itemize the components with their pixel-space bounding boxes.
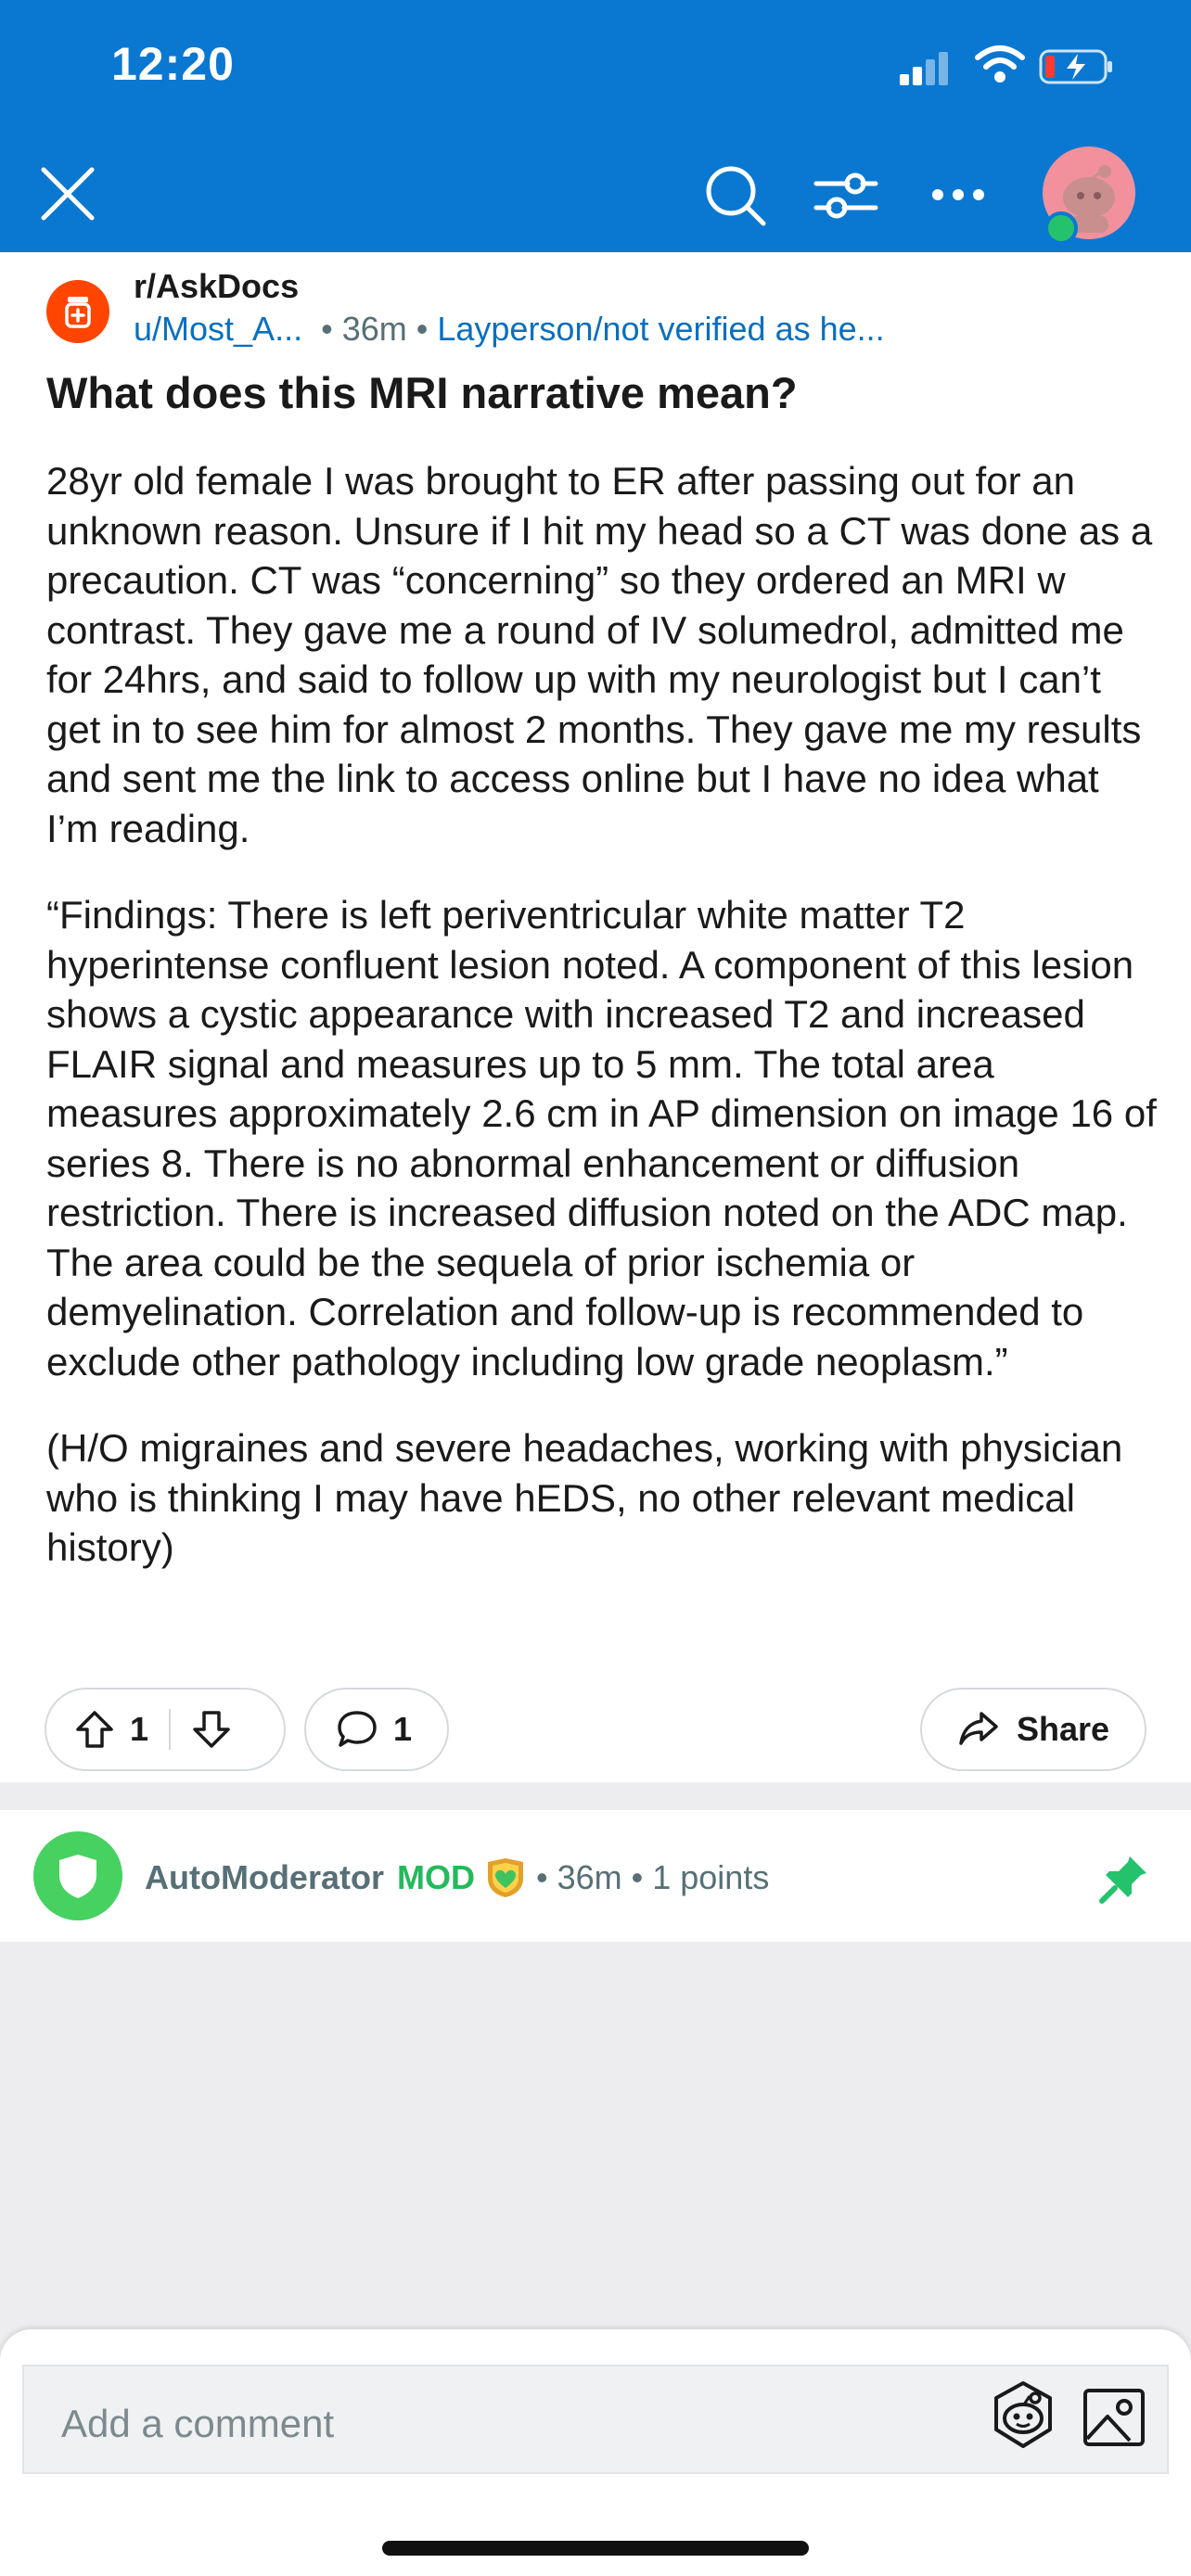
online-status-dot	[1044, 211, 1078, 245]
vote-divider	[169, 1709, 172, 1750]
automoderator-avatar[interactable]	[33, 1831, 122, 1920]
medical-bottle-icon	[65, 297, 91, 328]
comment-age: 36m	[557, 1858, 622, 1896]
body-paragraph: 28yr old female I was brought to ER afte…	[46, 459, 1153, 850]
shield-icon	[59, 1855, 96, 1898]
award-icon	[487, 1858, 523, 1897]
more-options-button[interactable]	[918, 158, 998, 232]
subreddit-icon[interactable]	[46, 280, 109, 343]
downvote-icon[interactable]	[191, 1709, 232, 1750]
battery-icon	[1039, 49, 1112, 84]
close-button[interactable]	[32, 158, 104, 230]
share-label: Share	[1016, 1710, 1110, 1748]
comment-icon	[338, 1711, 377, 1747]
share-icon	[959, 1712, 998, 1745]
vote-count: 1	[130, 1710, 149, 1748]
search-icon	[706, 166, 766, 226]
home-indicator[interactable]	[382, 2541, 809, 2556]
meta-separator: •	[621, 1858, 653, 1896]
search-button[interactable]	[696, 156, 775, 236]
vote-control: 1	[45, 1688, 286, 1771]
share-button[interactable]: Share	[920, 1688, 1146, 1771]
upvote-icon[interactable]	[74, 1709, 115, 1750]
post-body: 28yr old female I was brought to ER afte…	[46, 456, 1159, 1610]
snoo-sticker-icon[interactable]	[985, 2378, 1061, 2454]
comments-button[interactable]: 1	[304, 1688, 449, 1771]
cellular-signal-icon	[900, 48, 955, 85]
mod-badge: MOD	[396, 1858, 475, 1896]
filter-icon	[813, 172, 878, 219]
image-icon[interactable]	[1080, 2383, 1148, 2452]
post-meta: u/Most_A... • 36m • Layperson/not verifi…	[134, 310, 885, 349]
user-flair[interactable]: Layperson/not verified as he...	[437, 310, 884, 348]
wifi-icon	[975, 45, 1025, 83]
close-icon	[41, 167, 95, 221]
body-paragraph: (H/O migraines and severe headaches, wor…	[46, 1426, 1123, 1569]
comment-meta: AutoModerator MOD • 36m • 1 points	[145, 1856, 769, 1899]
sort-filter-button[interactable]	[809, 158, 883, 232]
meta-separator: •	[312, 310, 342, 348]
body-paragraph: “Findings: There is left periventricular…	[46, 893, 1157, 1384]
subreddit-name[interactable]: r/AskDocs	[134, 267, 299, 306]
pin-icon	[1099, 1856, 1146, 1904]
meta-separator: •	[526, 1858, 557, 1896]
comment-placeholder: Add a comment	[61, 2402, 335, 2445]
meta-separator: •	[416, 310, 438, 348]
post-author[interactable]: u/Most_A...	[134, 310, 302, 348]
post-age: 36m	[341, 310, 407, 348]
status-time: 12:20	[111, 38, 235, 90]
comment-count: 1	[393, 1710, 413, 1748]
comment-author[interactable]: AutoModerator	[145, 1858, 384, 1897]
comment-points: 1 points	[652, 1858, 770, 1896]
post-title: What does this MRI narrative mean?	[46, 368, 798, 417]
more-icon	[932, 189, 984, 200]
